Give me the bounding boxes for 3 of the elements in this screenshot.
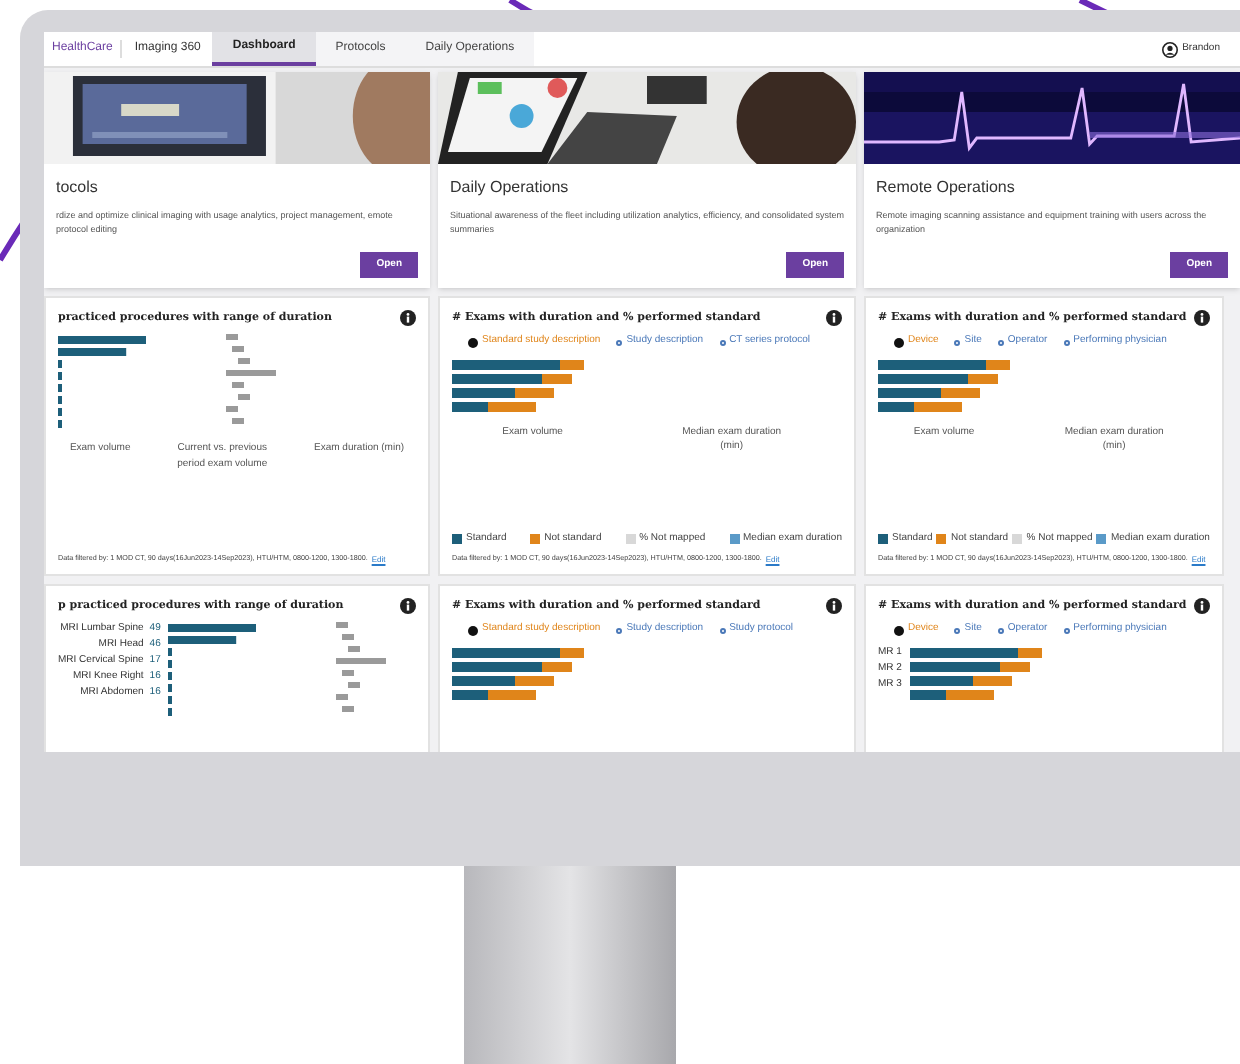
- card-title: Daily Operations: [450, 176, 571, 200]
- card-title: tocols: [56, 176, 100, 200]
- card-title: Remote Operations: [876, 176, 1017, 200]
